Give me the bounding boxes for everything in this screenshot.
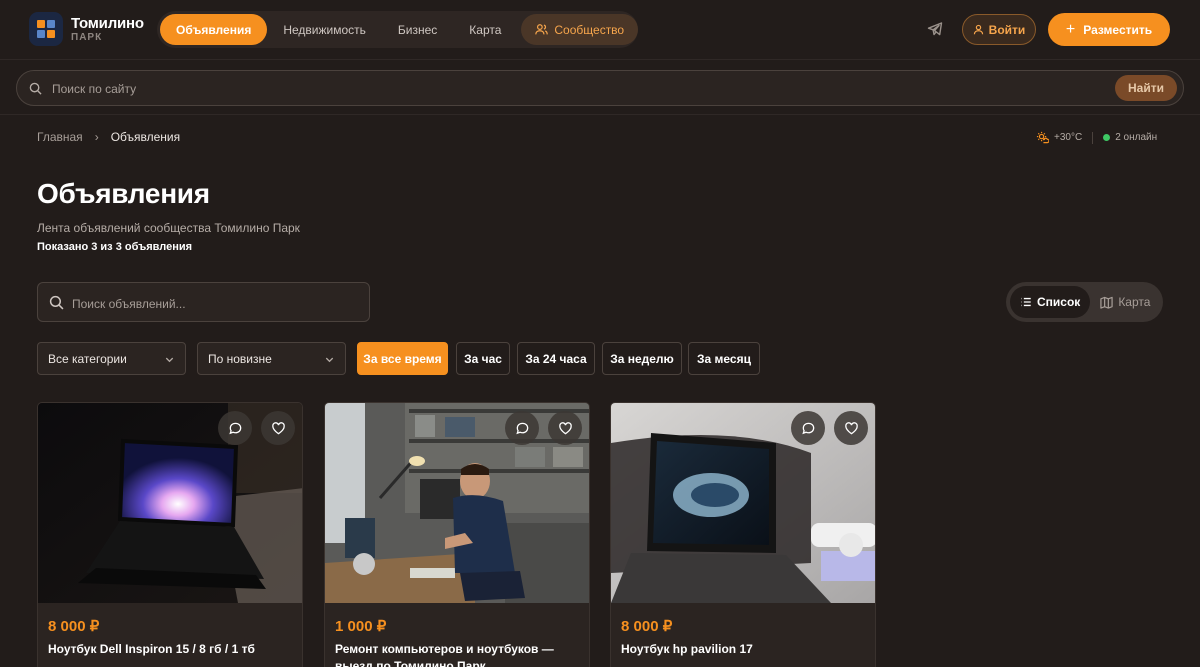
logo-title: Томилино	[71, 14, 144, 32]
favorite-button[interactable]	[261, 411, 295, 445]
logo-icon	[29, 12, 63, 46]
chevron-down-icon	[325, 357, 334, 363]
listing-price: 1 000 ₽	[335, 618, 387, 635]
breadcrumb: Главная › Объявления	[37, 130, 180, 144]
message-button[interactable]	[218, 411, 252, 445]
filter-week[interactable]: За неделю	[602, 342, 682, 375]
listing-price: 8 000 ₽	[48, 618, 100, 635]
filter-hour[interactable]: За час	[456, 342, 510, 375]
category-select[interactable]: Все категории	[37, 342, 186, 375]
page-title: Объявления	[37, 178, 210, 209]
nav-item-realty[interactable]: Недвижимость	[267, 14, 382, 45]
sort-select[interactable]: По новизне	[197, 342, 346, 375]
filter-all-time[interactable]: За все время	[357, 342, 448, 375]
view-map-button[interactable]: Карта	[1090, 286, 1160, 318]
logo-subtitle: ПАРК	[71, 31, 103, 43]
search-icon	[49, 295, 64, 310]
status-divider	[1092, 131, 1094, 144]
breadcrumb-home[interactable]: Главная	[37, 130, 83, 144]
view-list-button[interactable]: Список	[1010, 286, 1091, 318]
listing-search-input[interactable]: Поиск объявлений...	[72, 297, 186, 311]
user-icon	[973, 24, 983, 35]
plus-icon: +	[1065, 20, 1076, 38]
listing-search-bar[interactable]: Поиск объявлений...	[37, 282, 370, 322]
temperature-value: +30°C	[1054, 132, 1083, 143]
nav-item-listings[interactable]: Объявления	[160, 14, 268, 45]
listing-title[interactable]: Ноутбук Dell Inspiron 15 / 8 гб / 1 тб	[48, 641, 294, 658]
online-count: 2 онлайн	[1115, 132, 1158, 143]
listing-title[interactable]: Ноутбук hp pavilion 17	[621, 641, 867, 658]
chevron-down-icon	[165, 357, 174, 363]
category-select-value: Все категории	[48, 351, 127, 366]
search-icon	[29, 82, 42, 95]
status-bar: +30°C 2 онлайн	[1036, 131, 1157, 144]
chat-icon	[515, 422, 528, 434]
post-ad-label: Разместить	[1083, 22, 1153, 37]
favorite-button[interactable]	[834, 411, 868, 445]
view-list-label: Список	[1037, 295, 1081, 309]
heart-icon	[558, 421, 572, 434]
login-label: Войти	[988, 22, 1026, 37]
breadcrumb-current: Объявления	[110, 130, 181, 144]
listing-price: 8 000 ₽	[621, 618, 673, 635]
filter-month[interactable]: За месяц	[688, 342, 760, 375]
nav-item-community[interactable]: Сообщество	[521, 14, 639, 45]
message-button[interactable]	[505, 411, 539, 445]
nav-item-business[interactable]: Бизнес	[382, 14, 453, 45]
heart-icon	[271, 421, 285, 434]
chat-icon	[228, 422, 241, 434]
page-subtitle: Лента объявлений сообщества Томилино Пар…	[37, 221, 300, 235]
view-toggle: Список Карта	[1006, 282, 1163, 322]
divider	[0, 114, 1200, 115]
users-icon	[535, 24, 549, 35]
results-count: Показано 3 из 3 объявления	[37, 241, 193, 253]
site-search-bar[interactable]: Поиск по сайту Найти	[16, 70, 1184, 106]
find-button[interactable]: Найти	[1115, 75, 1177, 101]
list-icon	[1021, 297, 1031, 307]
listing-title[interactable]: Ремонт компьютеров и ноутбуков — выезд п…	[335, 641, 581, 667]
sort-select-value: По новизне	[208, 351, 272, 366]
main-nav: Объявления Недвижимость Бизнес Карта Соо…	[157, 11, 639, 48]
telegram-icon[interactable]	[927, 21, 943, 42]
filter-24h[interactable]: За 24 часа	[517, 342, 595, 375]
message-button[interactable]	[791, 411, 825, 445]
weather-icon	[1036, 131, 1049, 144]
map-icon	[1100, 296, 1113, 309]
nav-item-community-label: Сообщество	[554, 22, 625, 37]
chevron-right-icon: ›	[94, 130, 99, 144]
site-search-input[interactable]: Поиск по сайту	[52, 82, 136, 96]
post-ad-button[interactable]: + Разместить	[1048, 13, 1170, 46]
top-header: Томилино ПАРК Объявления Недвижимость Би…	[0, 0, 1200, 60]
heart-icon	[844, 421, 858, 434]
view-map-label: Карта	[1118, 295, 1151, 309]
logo[interactable]: Томилино ПАРК	[29, 12, 144, 46]
listing-card[interactable]: 8 000 ₽ Ноутбук Dell Inspiron 15 / 8 гб …	[37, 402, 303, 667]
online-indicator	[1103, 134, 1111, 141]
nav-item-map[interactable]: Карта	[453, 14, 517, 45]
favorite-button[interactable]	[548, 411, 582, 445]
listing-card[interactable]: 1 000 ₽ Ремонт компьютеров и ноутбуков —…	[324, 402, 590, 667]
login-button[interactable]: Войти	[962, 14, 1036, 45]
chat-icon	[801, 422, 814, 434]
listing-card[interactable]: 8 000 ₽ Ноутбук hp pavilion 17	[610, 402, 876, 667]
